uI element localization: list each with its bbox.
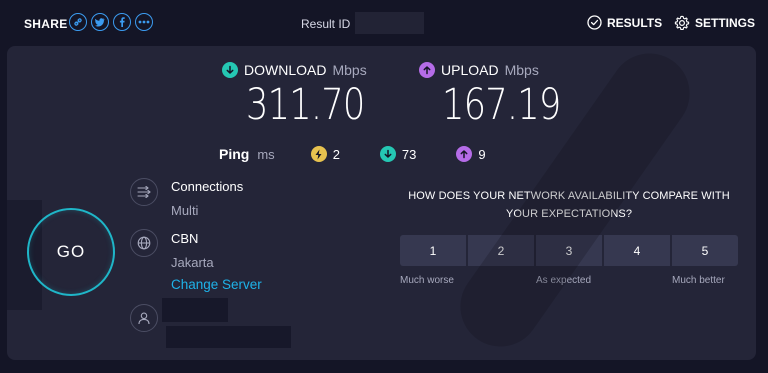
globe-icon: [130, 229, 158, 257]
download-label: DOWNLOAD: [244, 62, 327, 78]
ping-unit: ms: [257, 146, 275, 162]
download-arrow-icon: [379, 146, 396, 162]
scale-low-label: Much worse: [400, 275, 454, 286]
provider-ip-redacted: [166, 326, 291, 348]
twitter-icon[interactable]: [91, 13, 109, 31]
connections-icon: [130, 178, 158, 206]
check-circle-icon: [587, 15, 602, 30]
scale-high-label: Much better: [672, 275, 725, 286]
result-id-label: Result ID: [301, 17, 351, 31]
download-value: 311.70: [246, 80, 365, 130]
result-id-redacted: [355, 12, 424, 34]
upload-value: 167.19: [442, 80, 561, 130]
more-icon[interactable]: [135, 13, 153, 31]
gear-icon: [674, 15, 690, 30]
survey-question: HOW DOES YOUR NETWORK AVAILABILITY COMPA…: [408, 190, 730, 220]
server-location: Jakarta: [171, 255, 214, 270]
download-metric: DOWNLOAD Mbps 311.70: [222, 62, 390, 130]
ping-label: Ping: [219, 146, 250, 162]
download-unit: Mbps: [332, 62, 367, 78]
go-button[interactable]: GO: [27, 208, 115, 296]
rating-scale: 1 2 3 4 5: [400, 235, 738, 266]
ping-download-value: 73: [401, 146, 417, 162]
rating-option-5[interactable]: 5: [672, 235, 738, 266]
facebook-icon[interactable]: [113, 13, 131, 31]
rating-option-1[interactable]: 1: [400, 235, 466, 266]
share-label: SHARE: [24, 17, 68, 31]
connections-title: Connections: [171, 179, 244, 194]
ping-row: Ping ms 2 73 9: [219, 146, 526, 162]
link-icon[interactable]: [69, 13, 87, 31]
settings-label: SETTINGS: [695, 16, 756, 30]
settings-button[interactable]: SETTINGS: [674, 15, 755, 31]
provider-name-redacted: [162, 298, 228, 322]
ping-idle: 2: [310, 146, 340, 162]
download-arrow-icon: [222, 62, 238, 78]
upload-arrow-icon: [419, 62, 435, 78]
upload-unit: Mbps: [504, 62, 539, 78]
share-icons: [69, 13, 153, 31]
ping-upload-value: 9: [478, 146, 486, 162]
user-icon: [130, 304, 158, 332]
ping-download: 73: [379, 146, 417, 162]
change-server-link[interactable]: Change Server: [171, 277, 262, 292]
server-name: CBN: [171, 231, 199, 246]
upload-arrow-icon: [456, 146, 473, 162]
rating-option-3[interactable]: 3: [536, 235, 602, 266]
lightning-icon: [310, 146, 327, 162]
upload-label: UPLOAD: [441, 62, 499, 78]
upload-metric: UPLOAD Mbps 167.19: [419, 62, 586, 130]
results-label: RESULTS: [607, 15, 663, 30]
connections-value[interactable]: Multi: [171, 203, 198, 218]
ping-upload: 9: [456, 146, 486, 162]
top-bar: SHARE Result ID RESULTS SETTINGS: [0, 0, 768, 46]
rating-option-4[interactable]: 4: [604, 235, 670, 266]
rating-option-2[interactable]: 2: [468, 235, 534, 266]
results-button[interactable]: RESULTS: [587, 15, 662, 30]
scale-mid-label: As expected: [536, 275, 592, 286]
ping-idle-value: 2: [332, 146, 340, 162]
